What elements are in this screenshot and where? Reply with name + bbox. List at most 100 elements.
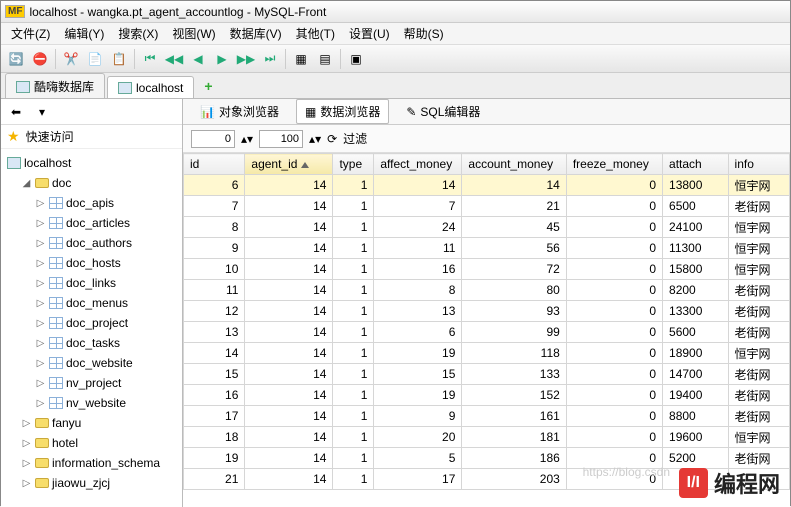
tab-object-browser[interactable]: 📊 对象浏览器	[191, 99, 288, 124]
tree-db-jiaowu_zjcj[interactable]: ▷ jiaowu_zjcj	[1, 473, 182, 493]
twisty-icon[interactable]: ▷	[35, 198, 46, 209]
filter-bar: ▴▾ ▴▾ ⟳ 过滤	[183, 125, 790, 153]
tree-table-doc_hosts[interactable]: ▷ doc_hosts	[1, 253, 182, 273]
twisty-icon[interactable]: ▷	[35, 338, 46, 349]
table-row[interactable]: 101411672015800恒宇网	[184, 259, 790, 280]
tree-db-doc[interactable]: ◢ doc	[1, 173, 182, 193]
first-icon[interactable]: ⏮	[139, 48, 161, 70]
tree-table-doc_articles[interactable]: ▷ doc_articles	[1, 213, 182, 233]
prev-icon[interactable]: ◀◀	[163, 48, 185, 70]
tree-db-hotel[interactable]: ▷ hotel	[1, 433, 182, 453]
col-account_money[interactable]: account_money	[462, 154, 566, 175]
twisty-icon[interactable]: ▷	[35, 278, 46, 289]
table-row[interactable]: 121411393013300老街网	[184, 301, 790, 322]
tree-table-doc_website[interactable]: ▷ doc_website	[1, 353, 182, 373]
table-row[interactable]: 91411156011300恒宇网	[184, 238, 790, 259]
data-grid[interactable]: idagent_idtypeaffect_moneyaccount_moneyf…	[183, 153, 790, 507]
col-affect_money[interactable]: affect_money	[374, 154, 462, 175]
host-icon	[7, 157, 21, 169]
menu-settings[interactable]: 设置(U)	[343, 23, 396, 44]
right-pane: 📊 对象浏览器 ▦ 数据浏览器 ✎ SQL编辑器 ▴▾ ▴▾ ⟳ 过滤 idag…	[183, 99, 790, 507]
copy-icon[interactable]: 📄	[84, 48, 106, 70]
twisty-icon[interactable]: ▷	[35, 298, 46, 309]
twisty-icon[interactable]: ▷	[21, 458, 32, 469]
twisty-icon[interactable]: ▷	[35, 238, 46, 249]
col-agent_id[interactable]: agent_id	[245, 154, 333, 175]
tab-data-browser[interactable]: ▦ 数据浏览器	[296, 99, 389, 124]
table-row[interactable]: 17141916108800老街网	[184, 406, 790, 427]
table-row[interactable]: 1514115133014700老街网	[184, 364, 790, 385]
refresh-filter-icon[interactable]: ⟳	[327, 132, 337, 146]
menu-database[interactable]: 数据库(V)	[224, 23, 288, 44]
spinner-icon[interactable]: ▴▾	[241, 132, 253, 146]
tree-table-nv_project[interactable]: ▷ nv_project	[1, 373, 182, 393]
last-icon[interactable]: ⏭	[259, 48, 281, 70]
tree-db-fanyu[interactable]: ▷ fanyu	[1, 413, 182, 433]
tree-table-doc_tasks[interactable]: ▷ doc_tasks	[1, 333, 182, 353]
tree-db-information_schema[interactable]: ▷ information_schema	[1, 453, 182, 473]
nav-back-icon[interactable]: ⬅	[5, 101, 27, 123]
table-row[interactable]: 1414119118018900恒宇网	[184, 343, 790, 364]
grid-icon[interactable]: ▣	[345, 48, 367, 70]
twisty-icon[interactable]: ▷	[21, 418, 32, 429]
fwd-icon[interactable]: ▶▶	[235, 48, 257, 70]
twisty-icon[interactable]: ▷	[35, 218, 46, 229]
menu-other[interactable]: 其他(T)	[290, 23, 341, 44]
menu-search[interactable]: 搜索(X)	[112, 23, 164, 44]
tree-table-doc_menus[interactable]: ▷ doc_menus	[1, 293, 182, 313]
col-attach[interactable]: attach	[663, 154, 729, 175]
stop-icon[interactable]: ⛔	[29, 48, 51, 70]
col-info[interactable]: info	[728, 154, 789, 175]
twisty-icon[interactable]: ▷	[21, 438, 32, 449]
tab-localhost[interactable]: localhost	[107, 76, 194, 98]
object-tree[interactable]: localhost◢ doc▷ doc_apis▷ doc_articles▷ …	[1, 149, 182, 507]
menu-help[interactable]: 帮助(S)	[398, 23, 450, 44]
table-row[interactable]: 19141518605200老街网	[184, 448, 790, 469]
twisty-icon[interactable]: ◢	[21, 178, 32, 189]
table-row[interactable]: 61411414013800恒宇网	[184, 175, 790, 196]
table-row[interactable]: 1114188008200老街网	[184, 280, 790, 301]
twisty-icon[interactable]: ▷	[35, 258, 46, 269]
table-icon	[49, 377, 63, 389]
tree-table-doc_authors[interactable]: ▷ doc_authors	[1, 233, 182, 253]
tab-sql-editor[interactable]: ✎ SQL编辑器	[397, 99, 489, 124]
table-row[interactable]: 1314169905600老街网	[184, 322, 790, 343]
offset-input[interactable]	[191, 130, 235, 148]
quick-access[interactable]: ★ 快速访问	[1, 125, 182, 149]
nav-dropdown-icon[interactable]: ▾	[31, 101, 53, 123]
add-tab-button[interactable]: +	[196, 74, 220, 98]
col-type[interactable]: type	[333, 154, 374, 175]
tab-kuhai[interactable]: 酷嗨数据库	[5, 73, 105, 98]
table-row[interactable]: 714172106500老街网	[184, 196, 790, 217]
spinner-icon[interactable]: ▴▾	[309, 132, 321, 146]
back-icon[interactable]: ◀	[187, 48, 209, 70]
refresh-icon[interactable]: 🔄	[5, 48, 27, 70]
quick-access-label: 快速访问	[26, 128, 74, 145]
tree-table-nv_website[interactable]: ▷ nv_website	[1, 393, 182, 413]
twisty-icon[interactable]: ▷	[35, 358, 46, 369]
tree-table-doc_project[interactable]: ▷ doc_project	[1, 313, 182, 333]
twisty-icon[interactable]: ▷	[35, 398, 46, 409]
menu-edit[interactable]: 编辑(Y)	[58, 23, 110, 44]
table-row[interactable]: 1614119152019400老街网	[184, 385, 790, 406]
delete-row-icon[interactable]: ▤	[314, 48, 336, 70]
limit-input[interactable]	[259, 130, 303, 148]
paste-icon[interactable]: 📋	[108, 48, 130, 70]
table-row[interactable]: 81412445024100恒宇网	[184, 217, 790, 238]
next-icon[interactable]: ▶	[211, 48, 233, 70]
twisty-icon[interactable]: ▷	[35, 318, 46, 329]
menu-view[interactable]: 视图(W)	[166, 23, 221, 44]
twisty-icon[interactable]: ▷	[35, 378, 46, 389]
menu-file[interactable]: 文件(Z)	[5, 23, 56, 44]
tree-table-doc_links[interactable]: ▷ doc_links	[1, 273, 182, 293]
table-row[interactable]: 1814120181019600恒宇网	[184, 427, 790, 448]
col-id[interactable]: id	[184, 154, 245, 175]
twisty-icon[interactable]: ▷	[21, 478, 32, 489]
tree-table-doc_apis[interactable]: ▷ doc_apis	[1, 193, 182, 213]
tree-host[interactable]: localhost	[1, 153, 182, 173]
table-row[interactable]: 21141172030	[184, 469, 790, 490]
database-icon	[35, 178, 49, 188]
col-freeze_money[interactable]: freeze_money	[566, 154, 662, 175]
cut-icon[interactable]: ✂️	[60, 48, 82, 70]
insert-row-icon[interactable]: ▦	[290, 48, 312, 70]
